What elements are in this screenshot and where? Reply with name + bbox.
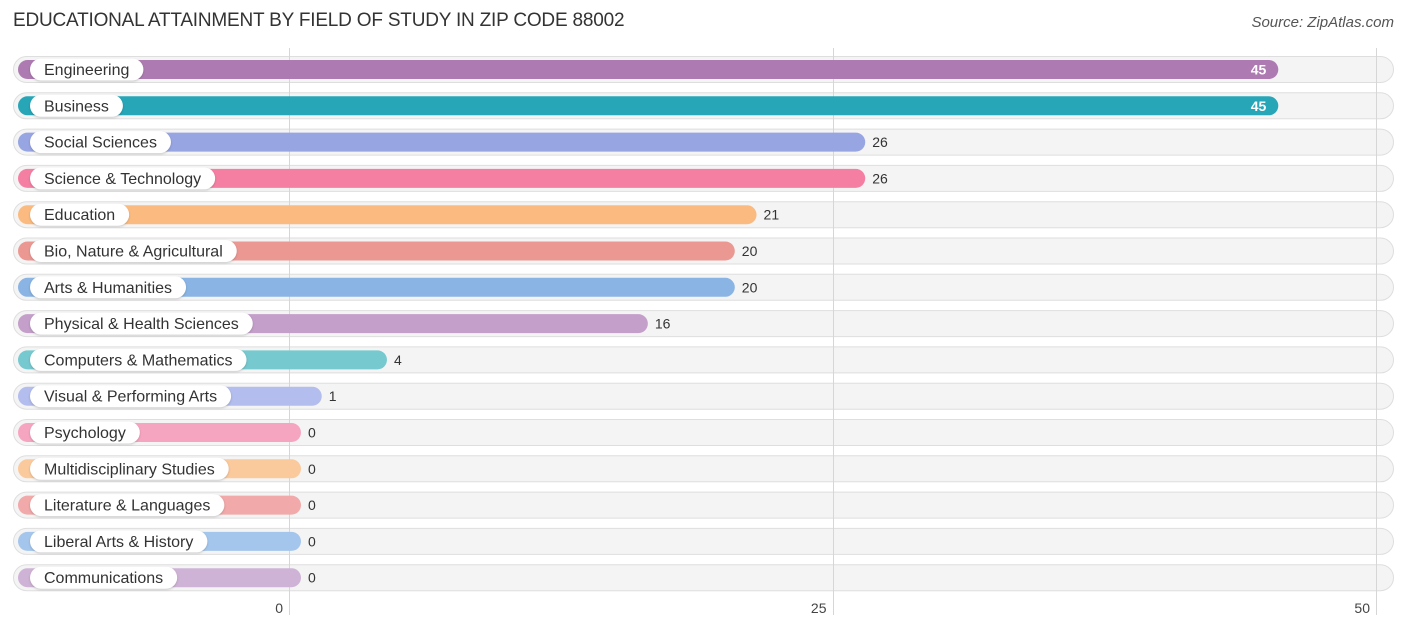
bar-label: Literature & Languages bbox=[44, 498, 210, 515]
bar-row: Social Sciences 26 bbox=[18, 131, 888, 154]
x-tick-label: 25 bbox=[811, 600, 827, 616]
bar-label: Liberal Arts & History bbox=[44, 534, 193, 551]
bar-row: Computers & Mathematics 4 bbox=[18, 348, 402, 371]
bar bbox=[18, 96, 1279, 116]
bar-value: 0 bbox=[308, 497, 316, 513]
bar-value: 0 bbox=[308, 533, 316, 549]
bar-label: Engineering bbox=[44, 62, 129, 79]
bar-row: Bio, Nature & Agricultural 20 bbox=[18, 240, 758, 262]
bar bbox=[18, 60, 1279, 79]
bar-label: Computers & Mathematics bbox=[44, 352, 233, 369]
bar-row: Communications 0 bbox=[18, 566, 316, 589]
bar-value: 4 bbox=[394, 352, 402, 368]
bar-label: Physical & Health Sciences bbox=[44, 316, 239, 333]
bar-value: 26 bbox=[872, 134, 888, 150]
bar-chart: Engineering 45 Business 45 Social Sciences 26… bbox=[13, 48, 1394, 616]
bar-label: Communications bbox=[44, 570, 163, 587]
bar-value: 45 bbox=[1251, 98, 1267, 114]
bar-value: 1 bbox=[329, 388, 337, 404]
bar-row: Literature & Languages 0 bbox=[18, 494, 316, 517]
bar-label: Multidisciplinary Studies bbox=[44, 461, 215, 478]
x-tick-label: 50 bbox=[1354, 600, 1370, 616]
bar-row: Science & Technology 26 bbox=[18, 167, 888, 190]
bar-value: 0 bbox=[308, 425, 316, 441]
bar-value: 20 bbox=[742, 243, 758, 259]
bar-value: 0 bbox=[308, 461, 316, 477]
bar-row: Arts & Humanities 20 bbox=[18, 276, 758, 299]
bar-value: 20 bbox=[742, 279, 758, 295]
bar-label: Psychology bbox=[44, 425, 126, 442]
bar-value: 45 bbox=[1251, 62, 1267, 78]
bar-value: 21 bbox=[764, 207, 780, 223]
bar-label: Visual & Performing Arts bbox=[44, 389, 217, 406]
bar-label: Bio, Nature & Agricultural bbox=[44, 244, 223, 261]
x-axis: 0 25 50 bbox=[275, 600, 1370, 616]
x-tick-label: 0 bbox=[275, 600, 283, 616]
bar-row: Psychology 0 bbox=[18, 421, 316, 444]
bar-row: Liberal Arts & History 0 bbox=[18, 530, 316, 553]
bar-row: Multidisciplinary Studies 0 bbox=[18, 457, 316, 480]
bar-label: Business bbox=[44, 98, 109, 115]
bar-value: 16 bbox=[655, 316, 671, 332]
bar-label: Social Sciences bbox=[44, 135, 157, 152]
bar-value: 26 bbox=[872, 170, 888, 186]
bar-row: Engineering 45 bbox=[18, 58, 1279, 81]
bar-label: Science & Technology bbox=[44, 171, 201, 188]
bar-row: Physical & Health Sciences 16 bbox=[18, 312, 671, 335]
bar-label: Arts & Humanities bbox=[44, 280, 172, 297]
bar-row: Visual & Performing Arts 1 bbox=[18, 385, 337, 408]
bar-value: 0 bbox=[308, 570, 316, 586]
bar-row: Business 45 bbox=[18, 94, 1279, 117]
bar-label: Education bbox=[44, 207, 115, 224]
bar-row: Education 21 bbox=[18, 203, 780, 226]
